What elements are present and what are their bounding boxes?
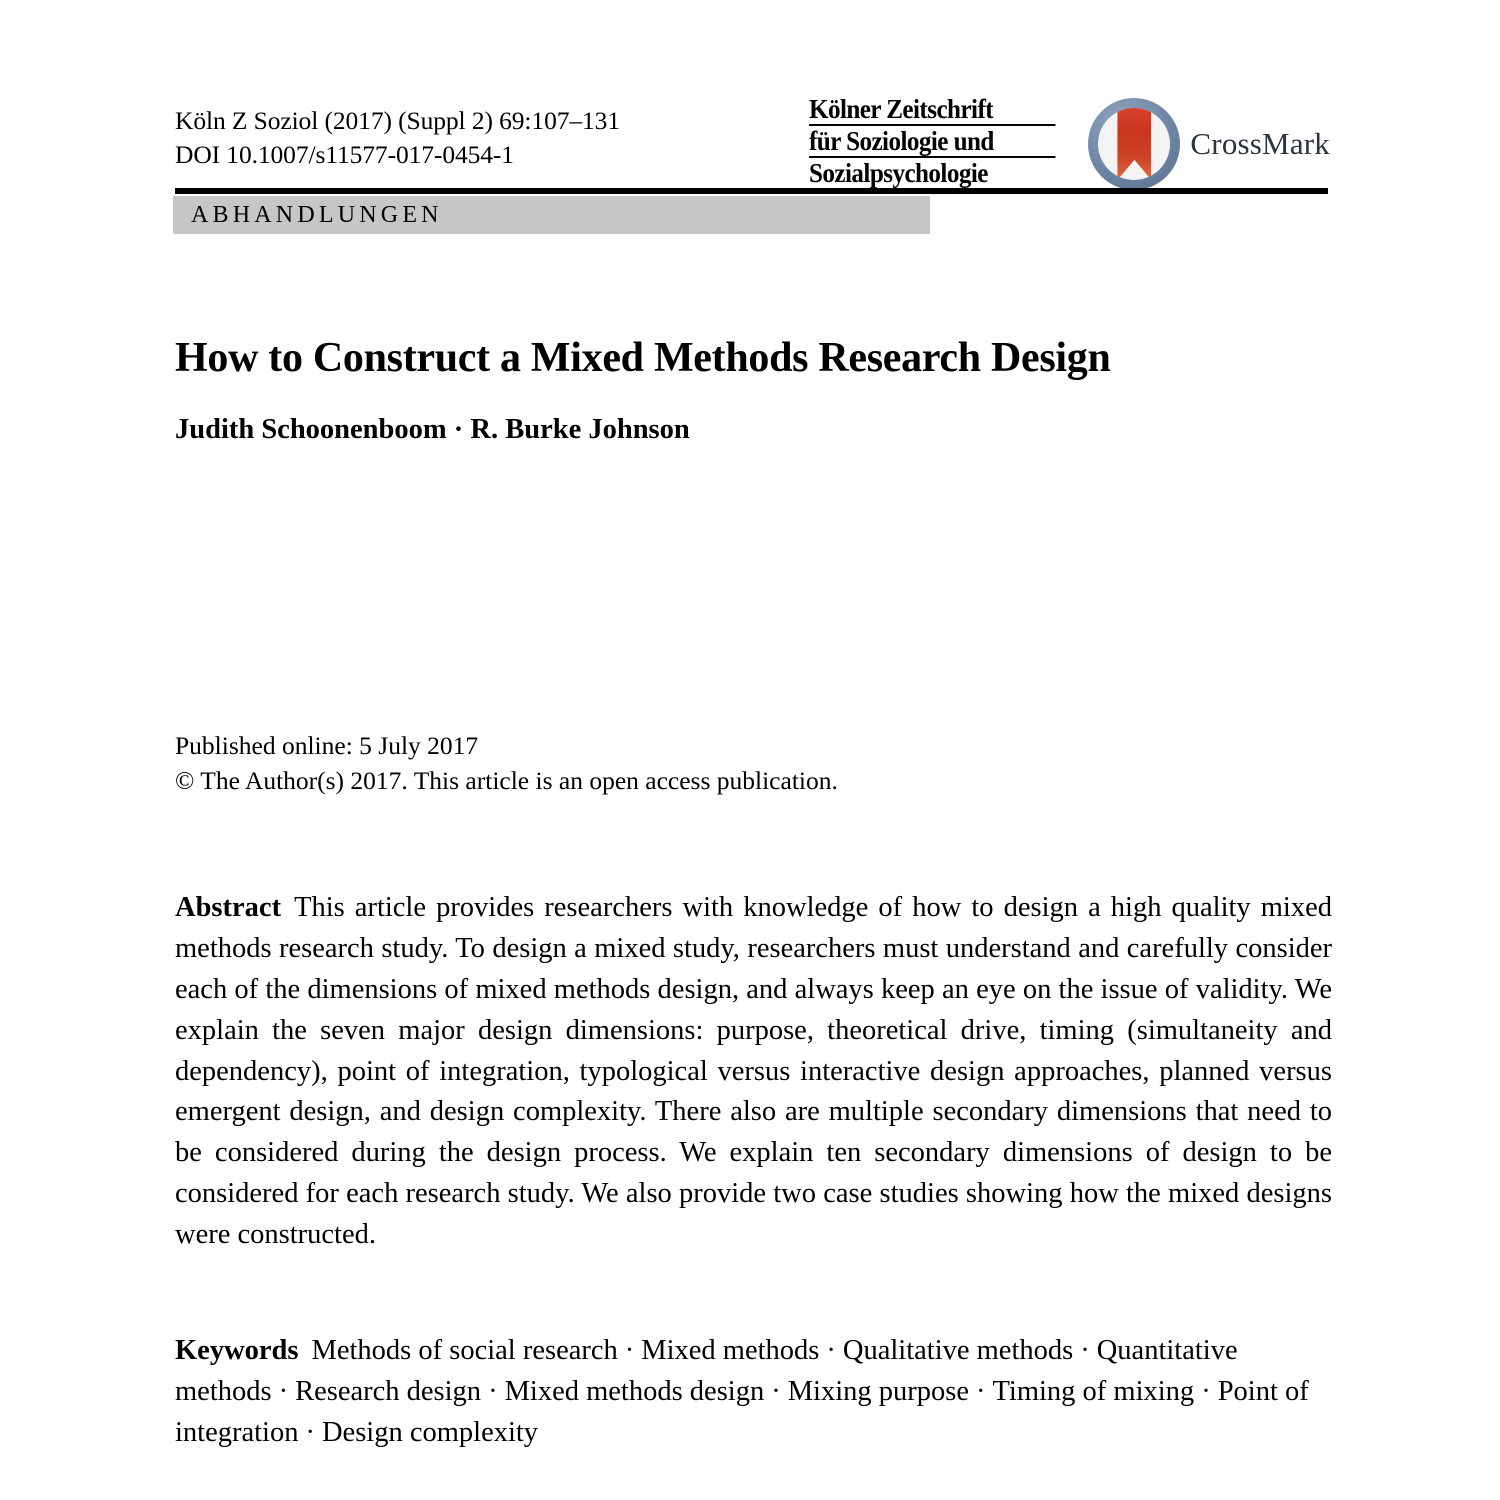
keyword-separator: · [1201, 1376, 1211, 1408]
keyword-item[interactable]: Design complexity [322, 1417, 538, 1448]
keyword-separator: · [305, 1417, 315, 1449]
section-banner-label: ABHANDLUNGEN [191, 201, 443, 228]
abstract-section: Abstract This article provides researcher… [175, 888, 1332, 1256]
keyword-item[interactable]: Mixing purpose [788, 1376, 969, 1407]
keyword-separator: · [826, 1335, 836, 1366]
authors-line: Judith Schoonenboom · R. Burke Johnson [175, 414, 690, 445]
journal-logo: Kölner Zeitschrift für Soziologie und So… [809, 96, 1056, 192]
copyright-line: © The Author(s) 2017. This article is an… [175, 765, 838, 795]
keyword-separator: · [771, 1376, 781, 1408]
keyword-item[interactable]: Mixed methods design [505, 1376, 765, 1407]
keywords-section: Keywords Methods of social research · Mixed… [175, 1330, 1332, 1453]
brand-block: Kölner Zeitschrift für Soziologie und So… [809, 96, 1330, 192]
published-online-date: Published online: 5 July 2017 [175, 731, 479, 760]
keyword-separator: · [488, 1376, 498, 1408]
crossmark-icon[interactable] [1088, 98, 1181, 190]
publication-info: Published online: 5 July 2017 © The Auth… [175, 729, 1335, 798]
keyword-item[interactable]: Qualitative methods [843, 1335, 1073, 1366]
crossmark-ribbon-icon [1117, 108, 1152, 180]
crossmark-badge[interactable]: CrossMark [1088, 98, 1330, 190]
keywords-label: Keywords [175, 1335, 299, 1366]
citation-block: Köln Z Soziol (2017) (Suppl 2) 69:107–13… [175, 104, 620, 172]
keywords-list: Methods of social research · Mixed methods… [175, 1335, 1309, 1448]
citation-line-1: Köln Z Soziol (2017) (Suppl 2) 69:107–13… [175, 106, 620, 135]
keyword-separator: · [278, 1376, 289, 1408]
page-title: How to Construct a Mixed Methods Researc… [175, 335, 1111, 382]
crossmark-icon-inner [1098, 108, 1171, 180]
header-rule [175, 188, 1328, 194]
section-banner: ABHANDLUNGEN [173, 196, 930, 234]
keyword-item[interactable]: Mixed methods [641, 1335, 819, 1366]
abstract-text: This article provides researchers with k… [175, 892, 1332, 1251]
crossmark-label: CrossMark [1190, 126, 1330, 161]
keyword-item[interactable]: Timing of mixing [993, 1376, 1195, 1407]
keyword-separator: · [976, 1376, 986, 1408]
keyword-item[interactable]: Research design [295, 1376, 481, 1407]
citation-line-2: DOI 10.1007/s11577-017-0454-1 [175, 139, 514, 169]
journal-logo-line-1: Kölner Zeitschrift [809, 96, 1056, 126]
masthead: Köln Z Soziol (2017) (Suppl 2) 69:107–13… [175, 96, 1330, 192]
keyword-separator: · [1080, 1335, 1090, 1366]
journal-logo-line-2: für Soziologie und [809, 128, 1056, 158]
abstract-label: Abstract [175, 892, 282, 923]
journal-logo-line-3: Sozialpsychologie [809, 160, 1056, 190]
keyword-item[interactable]: Methods of social research [312, 1335, 618, 1366]
paper-page: Köln Z Soziol (2017) (Suppl 2) 69:107–13… [0, 0, 1500, 1500]
keyword-separator: · [624, 1335, 635, 1366]
